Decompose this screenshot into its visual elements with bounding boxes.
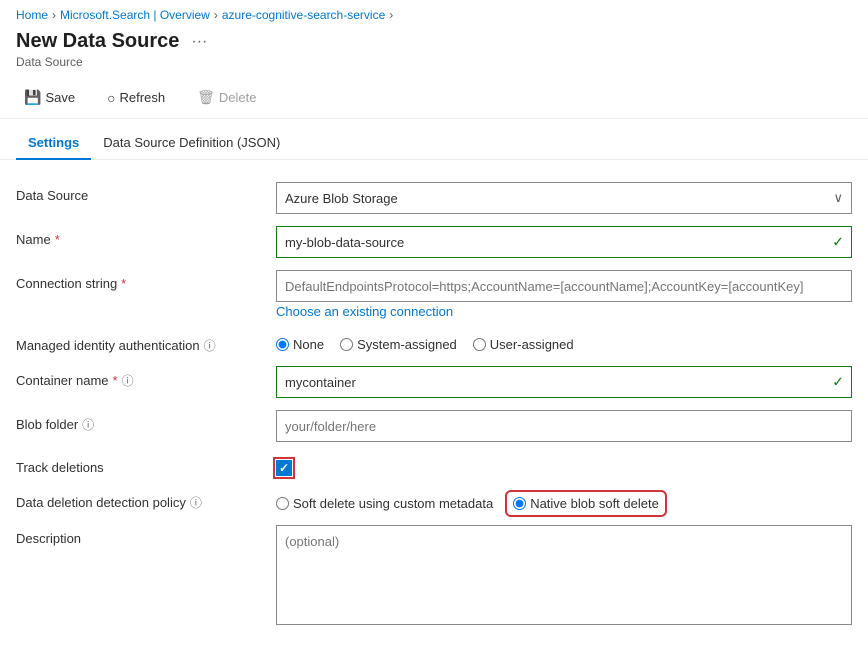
container-name-control: ✓ bbox=[276, 366, 852, 398]
data-deletion-control: Soft delete using custom metadata Native… bbox=[276, 488, 852, 513]
description-control bbox=[276, 525, 852, 628]
breadcrumb-search[interactable]: Microsoft.Search | Overview bbox=[60, 8, 210, 22]
name-label: Name * bbox=[16, 226, 276, 247]
managed-identity-label: Managed identity authentication ⓘ bbox=[16, 331, 276, 354]
refresh-icon: ○ bbox=[107, 90, 115, 106]
managed-identity-radio-group: None System-assigned User-assigned bbox=[276, 331, 852, 352]
breadcrumb: Home › Microsoft.Search | Overview › azu… bbox=[0, 0, 868, 26]
description-textarea[interactable] bbox=[276, 525, 852, 625]
container-name-label: Container name * ⓘ bbox=[16, 366, 276, 389]
info-icon[interactable]: ⓘ bbox=[204, 337, 216, 354]
blob-folder-label: Blob folder ⓘ bbox=[16, 410, 276, 433]
container-check-icon: ✓ bbox=[832, 374, 844, 391]
container-name-input[interactable] bbox=[276, 366, 852, 398]
data-deletion-label: Data deletion detection policy ⓘ bbox=[16, 488, 276, 511]
save-button[interactable]: 💾 Save bbox=[16, 85, 83, 110]
delete-button[interactable]: 🗑 Delete bbox=[189, 85, 264, 110]
managed-identity-control: None System-assigned User-assigned bbox=[276, 331, 852, 352]
name-row: Name * ✓ bbox=[16, 220, 852, 264]
data-source-select[interactable]: Azure Blob Storage ∨ bbox=[276, 182, 852, 214]
choose-connection-link[interactable]: Choose an existing connection bbox=[276, 304, 852, 319]
ellipsis-button[interactable]: ··· bbox=[187, 33, 211, 51]
data-source-label: Data Source bbox=[16, 182, 276, 203]
data-source-control: Azure Blob Storage ∨ bbox=[276, 182, 852, 214]
toolbar: 💾 Save ○ Refresh 🗑 Delete bbox=[0, 77, 868, 119]
form-section: Data Source Azure Blob Storage ∨ Name * … bbox=[0, 160, 868, 650]
page-title: New Data Source bbox=[16, 30, 179, 53]
radio-soft-delete[interactable]: Soft delete using custom metadata bbox=[276, 496, 493, 511]
refresh-button[interactable]: ○ Refresh bbox=[99, 86, 173, 110]
blob-folder-input[interactable] bbox=[276, 410, 852, 442]
tab-bar: Settings Data Source Definition (JSON) bbox=[0, 127, 868, 160]
tab-json[interactable]: Data Source Definition (JSON) bbox=[91, 127, 292, 160]
data-deletion-radio-group: Soft delete using custom metadata Native… bbox=[276, 488, 852, 513]
radio-native-highlighted[interactable]: Native blob soft delete bbox=[509, 494, 663, 513]
radio-system-assigned[interactable]: System-assigned bbox=[340, 337, 457, 352]
checkbox-check-icon: ✓ bbox=[279, 461, 289, 475]
page-header: New Data Source ··· Data Source bbox=[0, 26, 868, 69]
blob-folder-control bbox=[276, 410, 852, 442]
blob-folder-info-icon[interactable]: ⓘ bbox=[82, 416, 94, 433]
data-deletion-row: Data deletion detection policy ⓘ Soft de… bbox=[16, 482, 852, 519]
connection-string-row: Connection string * Choose an existing c… bbox=[16, 264, 852, 325]
data-source-row: Data Source Azure Blob Storage ∨ bbox=[16, 176, 852, 220]
track-deletions-row: Track deletions ✓ bbox=[16, 448, 852, 482]
blob-folder-row: Blob folder ⓘ bbox=[16, 404, 852, 448]
track-deletions-label: Track deletions bbox=[16, 454, 276, 475]
delete-icon: 🗑 bbox=[197, 89, 215, 106]
tab-settings[interactable]: Settings bbox=[16, 127, 91, 160]
container-name-row: Container name * ⓘ ✓ bbox=[16, 360, 852, 404]
description-row: Description bbox=[16, 519, 852, 634]
chevron-down-icon: ∨ bbox=[833, 190, 843, 206]
radio-user-assigned[interactable]: User-assigned bbox=[473, 337, 574, 352]
name-control: ✓ bbox=[276, 226, 852, 258]
connection-string-control: Choose an existing connection bbox=[276, 270, 852, 319]
breadcrumb-home[interactable]: Home bbox=[16, 8, 48, 22]
breadcrumb-service[interactable]: azure-cognitive-search-service bbox=[222, 8, 385, 22]
connection-string-input[interactable] bbox=[276, 270, 852, 302]
radio-none[interactable]: None bbox=[276, 337, 324, 352]
save-icon: 💾 bbox=[24, 89, 41, 106]
managed-identity-row: Managed identity authentication ⓘ None S… bbox=[16, 325, 852, 360]
description-label: Description bbox=[16, 525, 276, 546]
container-info-icon[interactable]: ⓘ bbox=[122, 372, 134, 389]
radio-native-blob[interactable] bbox=[513, 497, 526, 510]
data-deletion-info-icon[interactable]: ⓘ bbox=[190, 494, 202, 511]
track-deletions-checkbox[interactable]: ✓ bbox=[276, 460, 292, 476]
track-deletions-control: ✓ bbox=[276, 454, 852, 476]
check-icon: ✓ bbox=[832, 234, 844, 251]
name-input[interactable] bbox=[276, 226, 852, 258]
connection-string-label: Connection string * bbox=[16, 270, 276, 291]
page-subtitle: Data Source bbox=[16, 55, 852, 69]
name-required: * bbox=[55, 232, 60, 247]
